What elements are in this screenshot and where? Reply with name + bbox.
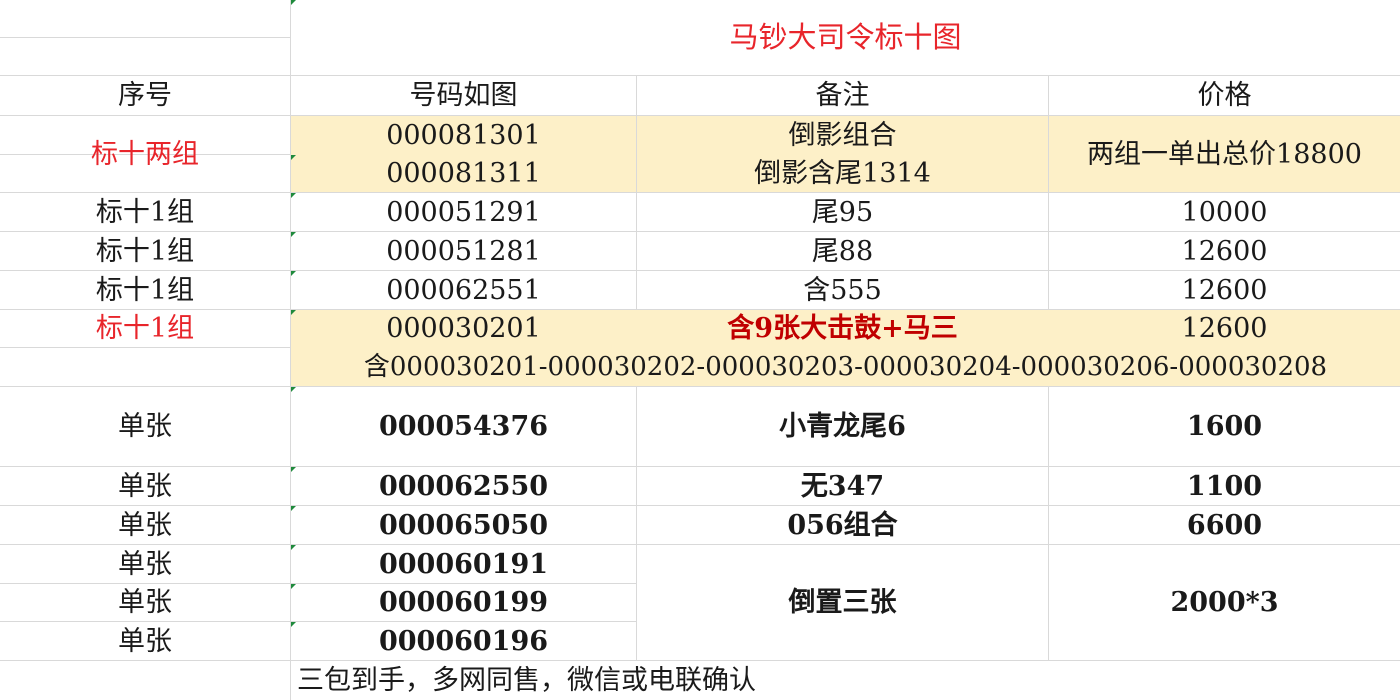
spreadsheet: 马钞大司令标十图 序号 号码如图 备注 价格 标十两组 000081301 00… — [0, 0, 1400, 700]
inverted-price: 2000*3 — [1170, 587, 1279, 618]
single-remark: 056组合 — [787, 509, 898, 541]
featured-detail: 含000030201-000030202-000030203-000030204… — [363, 352, 1328, 382]
row-number: 000051281 — [386, 235, 541, 267]
featured-price: 12600 — [1181, 313, 1268, 344]
inverted-label: 单张 — [118, 548, 172, 580]
header-remark: 备注 — [815, 80, 870, 111]
single-remark: 无347 — [800, 470, 885, 502]
inverted-number: 000060199 — [378, 587, 549, 618]
single-number: 000062550 — [378, 470, 549, 502]
row-label: 标十1组 — [95, 274, 195, 306]
single-number: 000054376 — [378, 411, 549, 442]
single-price: 1600 — [1186, 411, 1263, 442]
row-remark: 尾95 — [811, 196, 874, 228]
group-two-remark: 倒影含尾1314 — [754, 157, 931, 189]
group-two-number: 000081301 — [386, 119, 541, 151]
row-label: 标十1组 — [95, 235, 195, 267]
single-label: 单张 — [118, 411, 172, 442]
header-number: 号码如图 — [409, 80, 518, 111]
group-two-numbers: 000081301 000081311 — [291, 116, 636, 192]
row-number: 000051291 — [386, 196, 541, 228]
single-price: 1100 — [1186, 470, 1263, 502]
group-two-remarks: 倒影组合 倒影含尾1314 — [637, 116, 1048, 192]
footer-note: 三包到手，多网同售，微信或电联确认 — [297, 665, 756, 696]
single-number: 000065050 — [378, 509, 549, 541]
single-label: 单张 — [118, 509, 172, 541]
inverted-number: 000060191 — [378, 548, 549, 580]
featured-number: 000030201 — [386, 313, 541, 344]
inverted-remark: 倒置三张 — [788, 587, 897, 618]
header-index: 序号 — [118, 80, 172, 111]
inverted-label: 单张 — [118, 587, 172, 618]
inverted-label: 单张 — [118, 625, 172, 657]
group-two-remark: 倒影组合 — [788, 119, 897, 151]
row-label: 标十1组 — [95, 196, 195, 228]
featured-label: 标十1组 — [95, 313, 195, 344]
single-price: 6600 — [1186, 509, 1263, 541]
row-price: 10000 — [1181, 196, 1268, 228]
row-number: 000062551 — [386, 274, 541, 306]
single-remark: 小青龙尾6 — [779, 411, 906, 442]
sheet-title: 马钞大司令标十图 — [729, 20, 962, 54]
group-two-price: 两组一单出总价18800 — [1087, 138, 1362, 170]
row-remark: 尾88 — [811, 235, 874, 267]
inverted-number: 000060196 — [378, 625, 549, 657]
row-remark: 含555 — [803, 274, 882, 306]
group-two-label: 标十两组 — [91, 138, 199, 170]
row-price: 12600 — [1181, 274, 1268, 306]
header-price: 价格 — [1197, 80, 1252, 111]
featured-remark: 含9张大击鼓+马三 — [727, 313, 958, 344]
row-price: 12600 — [1181, 235, 1268, 267]
single-label: 单张 — [118, 470, 172, 502]
group-two-number: 000081311 — [386, 157, 541, 189]
